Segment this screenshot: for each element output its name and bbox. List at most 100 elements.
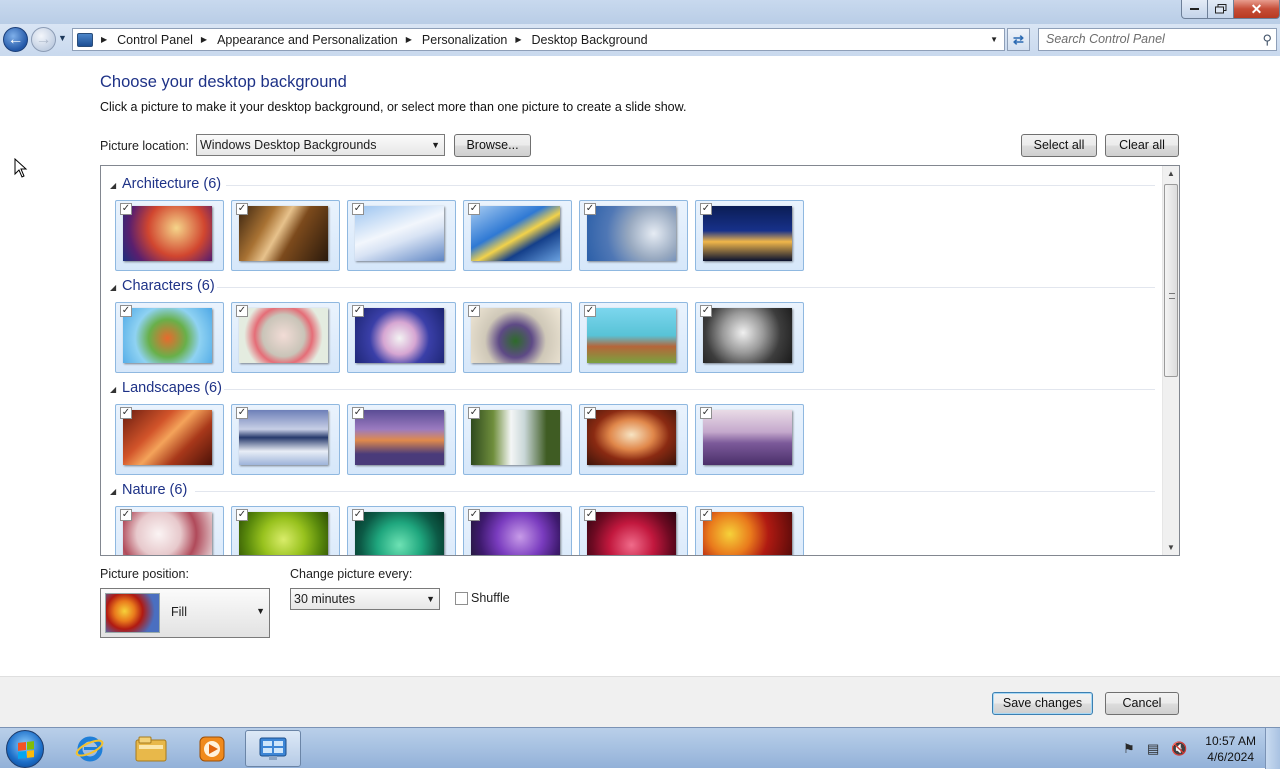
checkbox-checked-icon[interactable]: ✓ [468,203,480,215]
wallpaper-thumbnail[interactable]: ✓ [695,506,804,555]
breadcrumb-desktop-background[interactable]: Desktop Background [532,33,648,47]
checkbox-checked-icon[interactable]: ✓ [700,509,712,521]
collapse-triangle-icon[interactable]: ◢ [110,181,116,190]
action-center-flag-icon[interactable]: ⚑ [1123,741,1135,757]
recent-pages-dropdown[interactable]: ▼ [58,33,67,43]
wallpaper-thumbnail[interactable]: ✓ [231,506,340,555]
collapse-triangle-icon[interactable]: ◢ [110,385,116,394]
chevron-right-icon[interactable]: ▶ [201,35,207,44]
chevron-right-icon[interactable]: ▶ [515,35,521,44]
checkbox-checked-icon[interactable]: ✓ [584,407,596,419]
wallpaper-thumbnail[interactable]: ✓ [579,404,688,475]
checkbox-checked-icon[interactable]: ✓ [236,305,248,317]
checkbox-checked-icon[interactable]: ✓ [120,509,132,521]
wallpaper-thumbnail[interactable]: ✓ [347,302,456,373]
taskbar-internet-explorer[interactable] [62,730,118,767]
checkbox-checked-icon[interactable]: ✓ [352,305,364,317]
checkbox-checked-icon[interactable]: ✓ [352,407,364,419]
breadcrumb-control-panel[interactable]: Control Panel [117,33,193,47]
wallpaper-thumbnail[interactable]: ✓ [695,404,804,475]
wallpaper-thumbnail[interactable]: ✓ [463,506,572,555]
checkbox-checked-icon[interactable]: ✓ [584,305,596,317]
group-header-landscapes[interactable]: ◢ Landscapes (6) [101,379,1155,401]
network-icon[interactable]: ▤ [1147,741,1159,757]
checkbox-checked-icon[interactable]: ✓ [236,509,248,521]
wallpaper-thumbnail[interactable]: ✓ [115,200,224,271]
collapse-triangle-icon[interactable]: ◢ [110,487,116,496]
gallery-scrollbar[interactable]: ▲ ▼ [1162,166,1179,555]
checkbox-checked-icon[interactable]: ✓ [236,203,248,215]
cancel-button[interactable]: Cancel [1105,692,1179,715]
scrollbar-thumb[interactable] [1164,184,1178,377]
checkbox-checked-icon[interactable]: ✓ [120,305,132,317]
wallpaper-thumbnail[interactable]: ✓ [231,404,340,475]
breadcrumb-appearance[interactable]: Appearance and Personalization [217,33,398,47]
checkbox-checked-icon[interactable]: ✓ [468,509,480,521]
group-header-characters[interactable]: ◢ Characters (6) [101,277,1155,299]
checkbox-checked-icon[interactable]: ✓ [120,203,132,215]
checkbox-checked-icon[interactable]: ✓ [120,407,132,419]
chevron-right-icon[interactable]: ▶ [406,35,412,44]
checkbox-checked-icon[interactable]: ✓ [700,203,712,215]
taskbar-control-panel[interactable] [245,730,301,767]
group-header-architecture[interactable]: ◢ Architecture (6) [101,175,1155,197]
wallpaper-thumbnail[interactable]: ✓ [463,302,572,373]
wallpaper-thumbnail[interactable]: ✓ [579,506,688,555]
taskbar-media-player[interactable] [184,730,240,767]
forward-button[interactable]: → [31,27,56,52]
checkbox-checked-icon[interactable]: ✓ [584,509,596,521]
wallpaper-thumbnail[interactable]: ✓ [115,506,224,555]
wallpaper-thumbnail[interactable]: ✓ [347,404,456,475]
checkbox-checked-icon[interactable]: ✓ [352,203,364,215]
chevron-right-icon[interactable]: ▶ [101,35,107,44]
collapse-triangle-icon[interactable]: ◢ [110,283,116,292]
wallpaper-thumbnail[interactable]: ✓ [347,200,456,271]
checkbox-checked-icon[interactable]: ✓ [468,407,480,419]
address-dropdown-icon[interactable]: ▼ [990,35,998,44]
search-input[interactable]: Search Control Panel ⚲ [1038,28,1277,51]
address-bar[interactable]: ▶ Control Panel ▶ Appearance and Persona… [72,28,1005,51]
wallpaper-thumbnail[interactable]: ✓ [463,404,572,475]
checkbox-checked-icon[interactable]: ✓ [700,305,712,317]
minimize-button[interactable] [1181,0,1208,19]
wallpaper-thumbnail[interactable]: ✓ [231,302,340,373]
volume-muted-icon[interactable]: 🔇 [1171,741,1187,757]
wallpaper-thumbnail[interactable]: ✓ [579,200,688,271]
wallpaper-thumbnail[interactable]: ✓ [695,302,804,373]
system-clock[interactable]: 10:57 AM 4/6/2024 [1205,733,1256,765]
browse-button[interactable]: Browse... [454,134,531,157]
scroll-down-icon[interactable]: ▼ [1167,543,1175,552]
clear-all-button[interactable]: Clear all [1105,134,1179,157]
back-button[interactable]: ← [3,27,28,52]
shuffle-checkbox[interactable] [455,592,468,605]
group-header-nature[interactable]: ◢ Nature (6) [101,481,1155,503]
wallpaper-thumbnail[interactable]: ✓ [463,200,572,271]
wallpaper-thumbnail[interactable]: ✓ [115,302,224,373]
change-picture-interval-select[interactable]: 30 minutes ▼ [290,588,440,610]
checkbox-checked-icon[interactable]: ✓ [700,407,712,419]
wallpaper-thumbnail[interactable]: ✓ [347,506,456,555]
checkbox-checked-icon[interactable]: ✓ [584,203,596,215]
maximize-button[interactable] [1208,0,1234,19]
scroll-up-icon[interactable]: ▲ [1167,169,1175,178]
taskbar-windows-explorer[interactable] [123,730,179,767]
checkbox-checked-icon[interactable]: ✓ [468,305,480,317]
wallpaper-thumbnail[interactable]: ✓ [695,200,804,271]
picture-location-select[interactable]: Windows Desktop Backgrounds ▼ [196,134,445,156]
shuffle-label[interactable]: Shuffle [471,591,510,605]
wallpaper-thumbnail[interactable]: ✓ [231,200,340,271]
close-button[interactable]: ✕ [1234,0,1280,19]
search-icon[interactable]: ⚲ [1262,29,1272,50]
breadcrumb-personalization[interactable]: Personalization [422,33,507,47]
show-desktop-button[interactable] [1265,728,1280,769]
wallpaper-thumbnail[interactable]: ✓ [115,404,224,475]
checkbox-checked-icon[interactable]: ✓ [236,407,248,419]
checkbox-checked-icon[interactable]: ✓ [352,509,364,521]
start-button[interactable] [6,730,44,768]
refresh-button[interactable]: ⇄ [1007,28,1030,51]
picture-position-select[interactable]: Fill ▼ [100,588,270,638]
select-all-button[interactable]: Select all [1021,134,1097,157]
picture-gallery[interactable]: ◢ Architecture (6) ✓ ✓ ✓ ✓ ✓ ✓ ◢ Charact… [100,165,1180,556]
wallpaper-thumbnail[interactable]: ✓ [579,302,688,373]
save-changes-button[interactable]: Save changes [992,692,1093,715]
